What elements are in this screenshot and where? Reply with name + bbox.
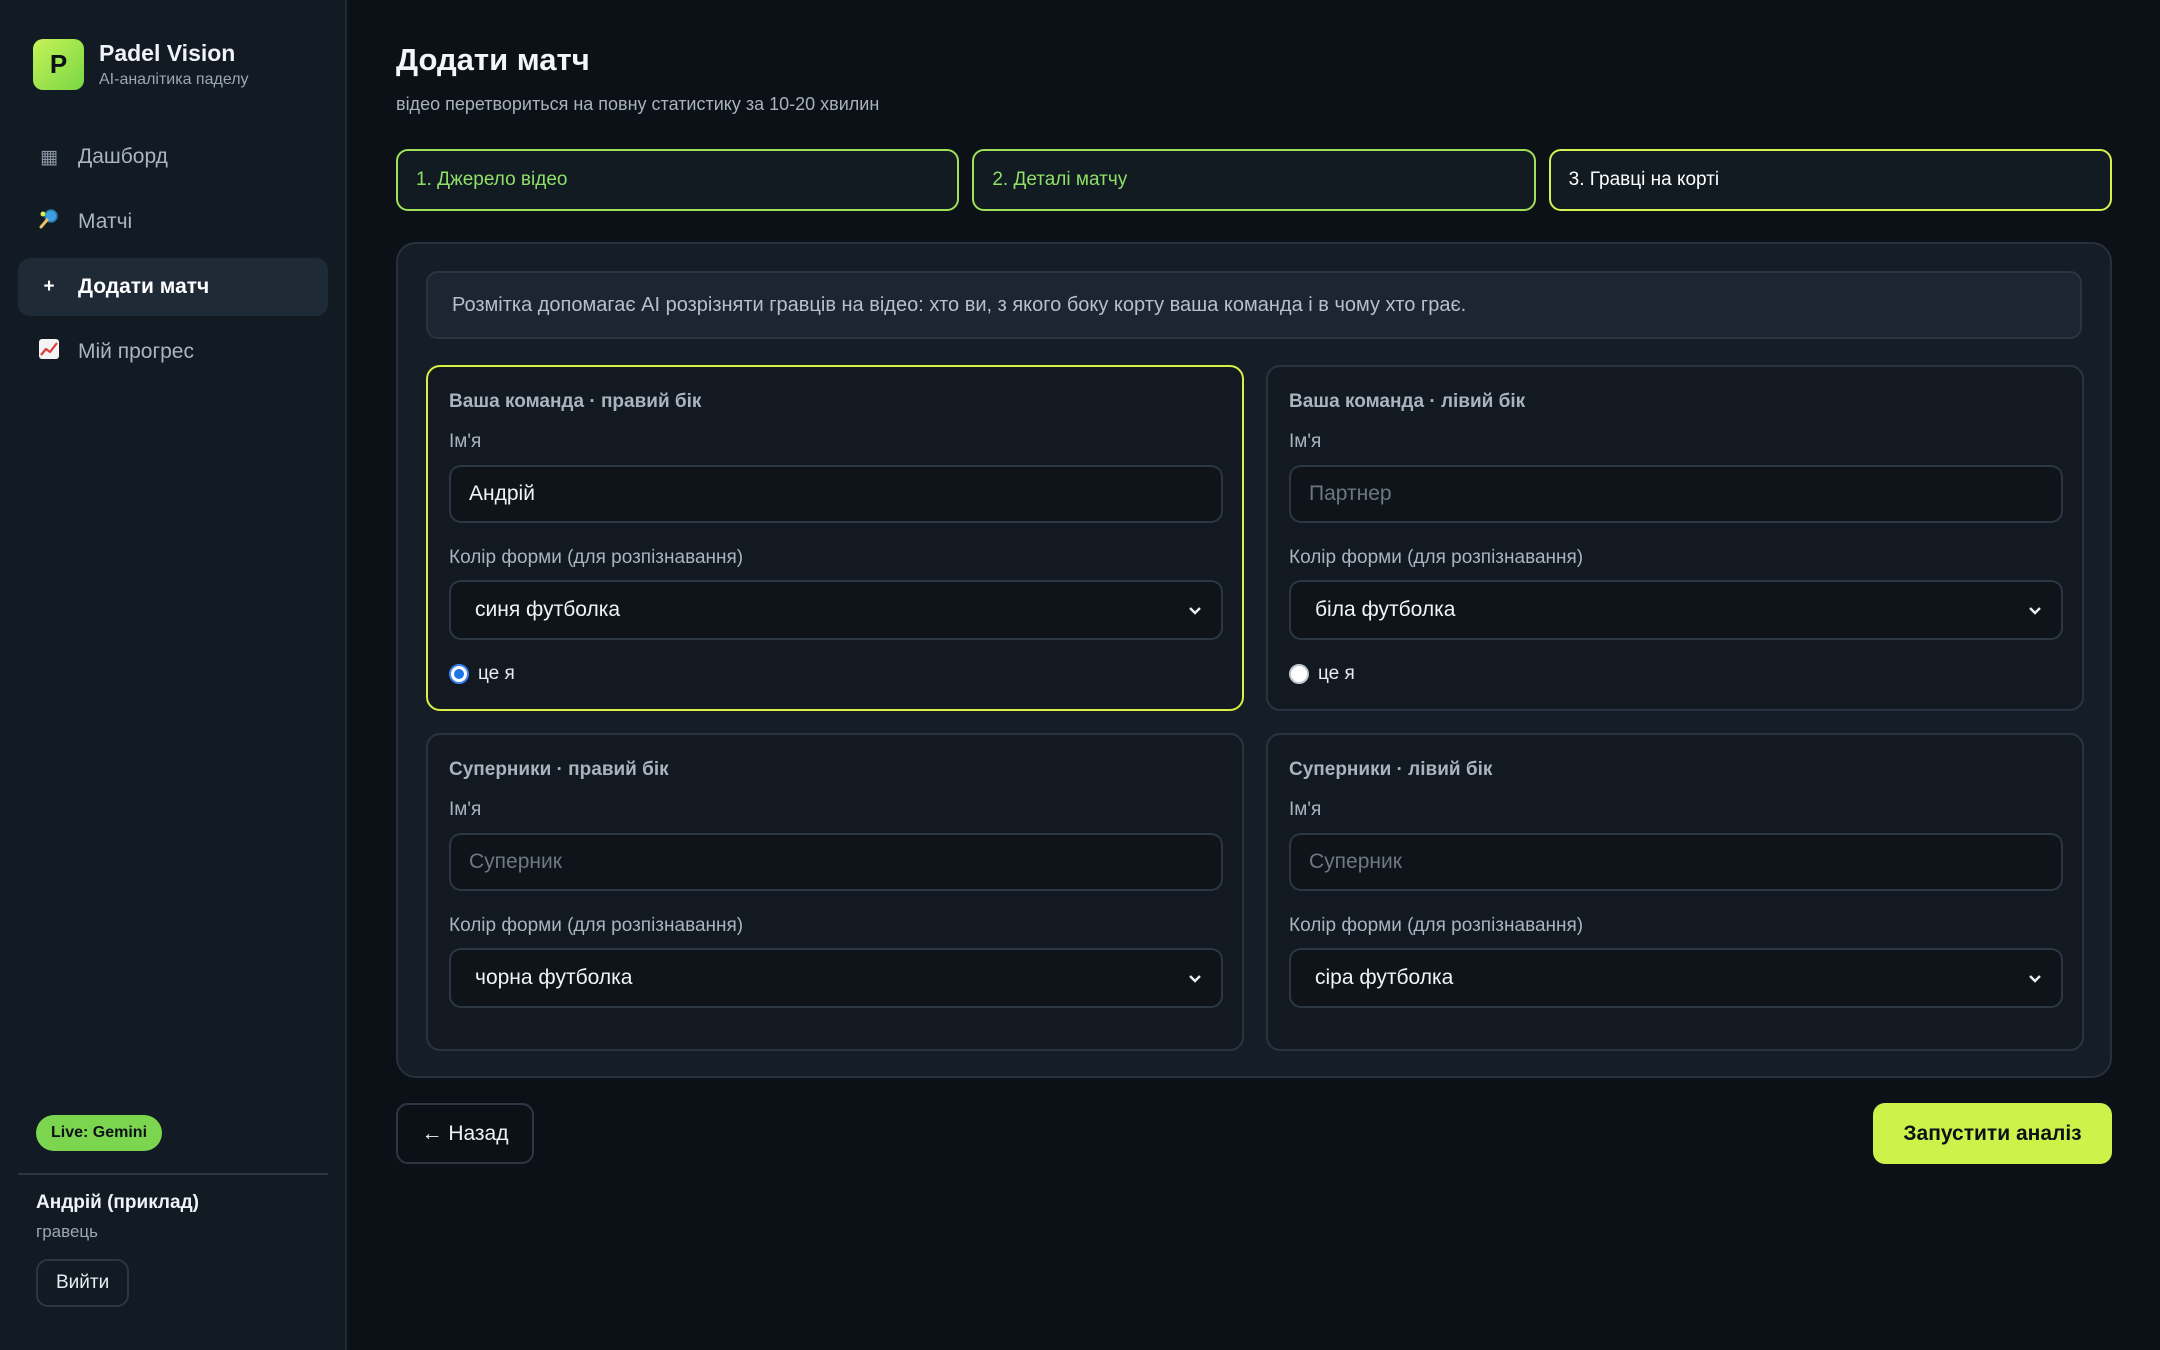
card-title: Суперники · правий бік	[449, 759, 669, 780]
sidebar-item-matches[interactable]: Матчі	[18, 193, 328, 251]
kit-color-label: Колір форми (для розпізнавання)	[449, 915, 744, 936]
opponent-name-input[interactable]	[1289, 833, 2063, 891]
sidebar-divider	[18, 1173, 328, 1175]
player-card-opponent-left[interactable]: Суперники · лівий бік Ім'я Колір форми (…	[1266, 733, 2084, 1051]
kit-color-select[interactable]: біла футболка	[1289, 580, 2063, 640]
kit-color-label: Колір форми (для розпізнавання)	[1289, 547, 1584, 568]
kit-color-label: Колір форми (для розпізнавання)	[1289, 915, 1584, 936]
sidebar-item-label: Дашборд	[78, 145, 168, 168]
select-value: синя футболка	[475, 598, 621, 621]
kit-color-select[interactable]: сіра футболка	[1289, 948, 2063, 1008]
name-label: Ім'я	[449, 799, 482, 820]
run-analysis-button[interactable]: Запустити аналіз	[1873, 1103, 2112, 1164]
sidebar-item-progress[interactable]: Мій прогрес	[18, 323, 328, 381]
brand[interactable]: P Padel Vision AI-аналітика паделу	[33, 39, 249, 90]
sidebar-item-label: Матчі	[78, 210, 133, 233]
page-subtitle: відео перетвориться на повну статистику …	[396, 94, 880, 114]
logout-button[interactable]: Вийти	[36, 1259, 130, 1307]
kit-color-label: Колір форми (для розпізнавання)	[449, 547, 744, 568]
name-label: Ім'я	[449, 431, 482, 452]
this-is-me-radio[interactable]	[1289, 664, 1309, 684]
step-match-details[interactable]: 2. Деталі матчу	[972, 149, 1536, 211]
step-players[interactable]: 3. Гравці на корті	[1548, 149, 2112, 211]
app-logo: P	[33, 39, 84, 90]
select-value: біла футболка	[1315, 598, 1456, 621]
sidebar-item-dashboard[interactable]: ▦ Дашборд	[18, 128, 328, 186]
this-is-me-option[interactable]: це я	[1289, 663, 1355, 685]
user-name: Андрій (приклад)	[36, 1192, 199, 1213]
this-is-me-label: це я	[478, 663, 515, 684]
kit-color-select[interactable]: синя футболка	[449, 580, 1223, 640]
brand-text: Padel Vision AI-аналітика паделу	[99, 40, 249, 89]
select-value: чорна футболка	[475, 966, 633, 989]
card-title: Ваша команда · правий бік	[449, 391, 702, 412]
this-is-me-radio[interactable]	[449, 664, 469, 684]
live-status-badge: Live: Gemini	[36, 1115, 163, 1151]
back-button[interactable]: ← Назад	[396, 1103, 534, 1164]
player-card-opponent-right[interactable]: Суперники · правий бік Ім'я Колір форми …	[426, 733, 1244, 1051]
sidebar: P Padel Vision AI-аналітика паделу ▦ Даш…	[0, 0, 347, 1350]
chevron-down-icon	[2029, 975, 2041, 983]
players-form-panel: Розмітка допомагає AI розрізняти гравців…	[396, 242, 2112, 1078]
this-is-me-option[interactable]: це я	[449, 663, 515, 685]
opponent-name-input[interactable]	[449, 833, 1223, 891]
chevron-down-icon	[2029, 607, 2041, 615]
card-title: Суперники · лівий бік	[1289, 759, 1493, 780]
sidebar-item-label: Додати матч	[78, 275, 210, 298]
kit-color-select[interactable]: чорна футболка	[449, 948, 1223, 1008]
grid-icon: ▦	[40, 146, 58, 168]
app-subtitle: AI-аналітика паделу	[99, 71, 249, 88]
user-role: гравець	[36, 1222, 98, 1241]
app-name: Padel Vision	[99, 40, 236, 66]
player-card-team-right[interactable]: Ваша команда · правий бік Ім'я Колір фор…	[426, 365, 1244, 711]
step-video-source[interactable]: 1. Джерело відео	[396, 149, 960, 211]
tennis-racket-icon	[38, 208, 60, 236]
player-name-input[interactable]	[449, 465, 1223, 523]
name-label: Ім'я	[1289, 799, 1322, 820]
card-title: Ваша команда · лівий бік	[1289, 391, 1526, 412]
sidebar-nav: ▦ Дашборд Матчі + Додати матч Мій прогре…	[18, 128, 328, 388]
chart-up-icon	[38, 338, 60, 366]
this-is-me-label: це я	[1318, 663, 1355, 684]
chevron-down-icon	[1189, 975, 1201, 983]
page-title: Додати матч	[396, 42, 590, 77]
sidebar-item-label: Мій прогрес	[78, 340, 194, 363]
partner-name-input[interactable]	[1289, 465, 2063, 523]
plus-icon: +	[43, 276, 55, 297]
select-value: сіра футболка	[1315, 966, 1454, 989]
sidebar-item-add-match[interactable]: + Додати матч	[18, 258, 328, 316]
player-card-team-left[interactable]: Ваша команда · лівий бік Ім'я Колір форм…	[1266, 365, 2084, 711]
wizard-steps: 1. Джерело відео 2. Деталі матчу 3. Грав…	[396, 149, 2112, 211]
name-label: Ім'я	[1289, 431, 1322, 452]
info-message: Розмітка допомагає AI розрізняти гравців…	[426, 271, 2082, 339]
chevron-down-icon	[1189, 607, 1201, 615]
